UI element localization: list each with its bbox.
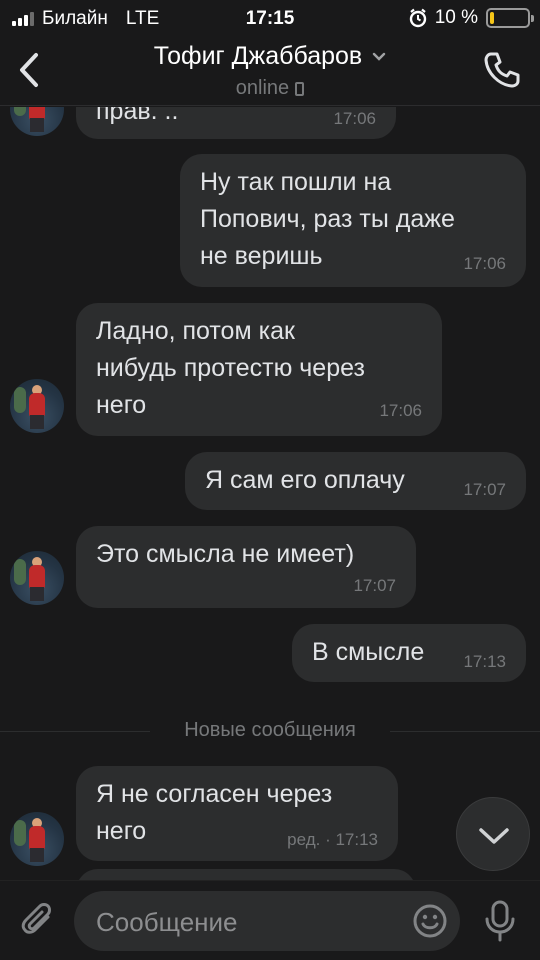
new-messages-divider: Новые сообщения xyxy=(0,719,540,743)
message-incoming[interactable]: Это смысла не имеет) 17:07 xyxy=(76,526,416,608)
message-time: 17:06 xyxy=(463,254,506,273)
message-outgoing[interactable]: Я сам его оплачу 17:07 xyxy=(185,452,526,510)
chat-header: Тофиг Джаббаров online xyxy=(0,36,540,106)
message-list[interactable]: прав. .. 17:06 Ну так пошли на Попович, … xyxy=(0,107,540,880)
microphone-icon[interactable] xyxy=(480,899,520,943)
avatar[interactable] xyxy=(10,107,64,136)
chevron-down-icon xyxy=(373,52,386,61)
battery-icon xyxy=(486,8,534,28)
phone-icon[interactable] xyxy=(482,50,522,90)
contact-name: Тофиг Джаббаров xyxy=(153,42,363,70)
online-status: online xyxy=(235,77,290,99)
scroll-down-button[interactable] xyxy=(456,797,530,871)
avatar[interactable] xyxy=(10,551,64,605)
message-time: 17:13 xyxy=(463,652,506,671)
message-time: 17:06 xyxy=(333,109,376,128)
battery-percent: 10 % xyxy=(434,7,478,28)
message-incoming[interactable]: Ладно, потом как нибудь протестю через н… xyxy=(76,303,442,436)
message-outgoing[interactable]: Ну так пошли на Попович, раз ты даже не … xyxy=(180,154,526,287)
mobile-device-icon xyxy=(295,81,305,96)
message-incoming[interactable]: Я не согласен через него ред. · 17:13 xyxy=(76,766,398,861)
paperclip-icon[interactable] xyxy=(18,901,58,941)
contact-title[interactable]: Тофиг Джаббаров xyxy=(154,42,386,71)
avatar[interactable] xyxy=(10,812,64,866)
smile-icon[interactable] xyxy=(412,903,448,939)
message-text: В смысле xyxy=(312,638,425,666)
message-text: Ну так пошли на Попович, раз ты даже не … xyxy=(200,168,455,270)
message-time: 17:06 xyxy=(379,401,422,420)
message-time: ред. · 17:13 xyxy=(287,830,378,849)
status-right: 10 % xyxy=(409,7,534,29)
message-time: 17:07 xyxy=(463,480,506,499)
message-outgoing[interactable]: В смысле 17:13 xyxy=(292,624,526,682)
chevron-down-icon xyxy=(479,828,509,844)
message-incoming[interactable]: прав. .. 17:06 xyxy=(76,107,396,139)
message-placeholder: Сообщение xyxy=(96,907,238,937)
message-text: Ладно, потом как нибудь протестю через н… xyxy=(96,317,365,419)
contact-info[interactable]: Тофиг Джаббаров online xyxy=(0,42,540,100)
message-time: 17:07 xyxy=(353,576,396,595)
message-text: прав. .. xyxy=(96,107,179,125)
avatar[interactable] xyxy=(10,379,64,433)
contact-status: online xyxy=(235,77,305,100)
message-input[interactable]: Сообщение xyxy=(74,891,460,951)
status-bar: Билайн LTE 17:15 10 % xyxy=(0,0,540,36)
alarm-icon xyxy=(409,8,426,28)
message-text: Это смысла не имеет) xyxy=(96,540,355,568)
message-incoming[interactable] xyxy=(76,869,416,880)
message-composer: Сообщение xyxy=(0,880,540,960)
message-text: Я сам его оплачу xyxy=(205,466,405,494)
